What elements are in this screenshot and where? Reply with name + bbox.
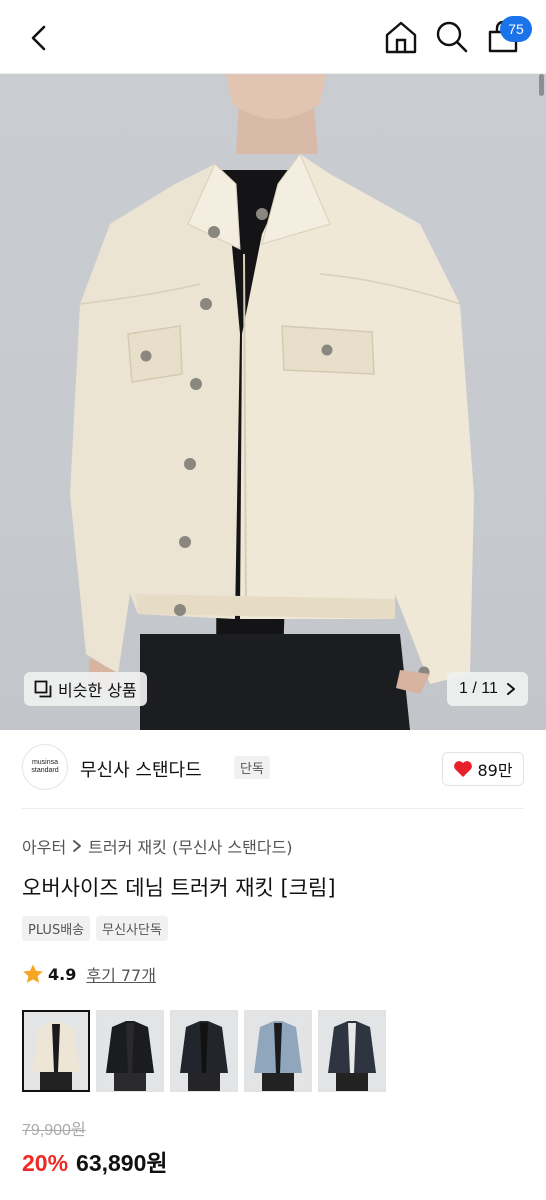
breadcrumb: 아우터 트러커 재킷 (무신사 스탠다드) [22,834,293,858]
similar-products-button[interactable]: 비슷한 상품 [24,672,147,706]
brand-exclusive-tag: 단독 [234,756,270,779]
section-divider [22,808,524,809]
rating-value: 4.9 [48,964,77,984]
chevron-right-icon [506,683,515,695]
cart-count-badge: 75 [500,16,532,42]
color-option-dark-indigo[interactable] [318,1010,386,1092]
brand-logo-line-1: musinsa [31,759,59,766]
breadcrumb-subcategory[interactable]: 트러커 재킷 (무신사 스탠다드) [88,834,292,858]
brand-logo-line-2: standard [31,767,59,774]
brand-row: musinsa standard 무신사 스탠다드 단독 89만 [22,744,524,796]
image-scrollbar[interactable] [539,74,544,96]
product-photo [70,74,474,730]
product-badges: PLUS배송 무신사단독 [22,916,168,941]
image-page-indicator[interactable]: 1 / 11 [447,672,528,706]
original-price: 79,900원 [22,1122,86,1139]
top-nav-bar: 75 [0,0,546,74]
brand-logo[interactable]: musinsa standard [22,744,68,790]
jacket-thumbnail [171,1011,237,1091]
jacket-thumbnail [319,1011,385,1091]
badge-musinsa-exclusive: 무신사단독 [96,916,168,941]
reviews-link[interactable]: 후기 77개 [86,962,156,986]
chevron-right-icon [73,840,82,852]
brand-name-link[interactable]: 무신사 스탠다드 [80,756,202,782]
color-option-light-blue[interactable] [244,1010,312,1092]
page-indicator-text: 1 / 11 [459,680,498,697]
color-option-black[interactable] [96,1010,164,1092]
home-icon [385,21,417,54]
similar-products-label: 비슷한 상품 [58,681,137,700]
chevron-left-icon [31,25,46,51]
color-options [22,1010,386,1092]
price-row: 20% 63,890원 [22,1144,168,1178]
product-image-carousel[interactable] [0,74,546,730]
back-button[interactable] [22,20,58,56]
product-title: 오버사이즈 데님 트러커 재킷 [크림] [22,876,336,900]
sale-price: 63,890원 [76,1150,168,1176]
badge-plus-delivery: PLUS배송 [22,916,91,941]
star-icon [23,964,43,983]
discount-rate: 20% [22,1150,69,1176]
search-button[interactable] [433,18,471,56]
breadcrumb-category[interactable]: 아우터 [22,834,66,858]
jacket-thumbnail [24,1012,88,1090]
jacket-thumbnail [245,1011,311,1091]
like-button[interactable]: 89만 [442,752,524,786]
like-count: 89만 [477,761,513,780]
rating-row: 4.9 후기 77개 [22,962,156,986]
jacket-thumbnail [97,1011,163,1091]
search-icon [436,21,468,53]
heart-icon [454,761,473,777]
home-button[interactable] [382,18,420,56]
color-option-dark-black[interactable] [170,1010,238,1092]
color-option-cream[interactable] [22,1010,90,1092]
similar-items-icon [34,680,52,698]
